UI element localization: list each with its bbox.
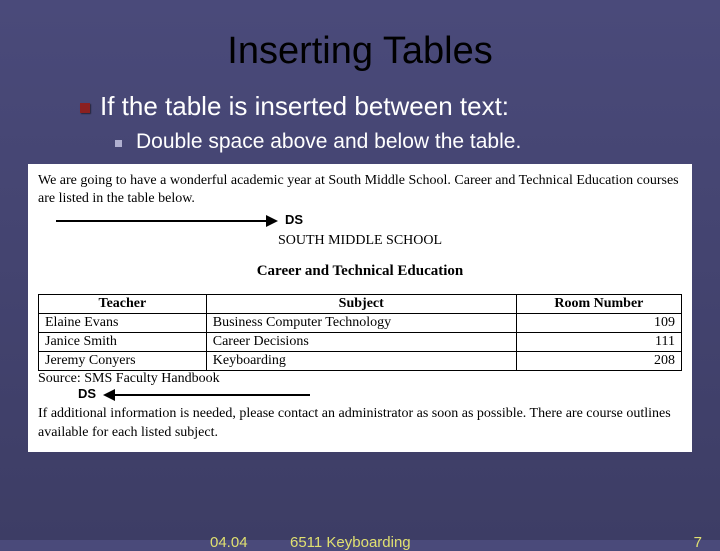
- th-subject: Subject: [206, 295, 516, 314]
- footer-course: 6511 Keyboarding: [290, 534, 411, 551]
- slide-title: Inserting Tables: [0, 0, 720, 91]
- arrow-line-icon: [56, 220, 266, 222]
- bullet-main: If the table is inserted between text:: [0, 91, 720, 122]
- course-table: Teacher Subject Room Number Elaine Evans…: [38, 294, 682, 371]
- ds-arrow-top: DS: [38, 212, 682, 232]
- bullet-main-text: If the table is inserted between text:: [100, 91, 509, 122]
- bullet-icon: [80, 103, 90, 113]
- table-row: Janice Smith Career Decisions 111: [39, 333, 682, 352]
- bullet-sub-text: Double space above and below the table.: [136, 130, 521, 154]
- school-name: SOUTH MIDDLE SCHOOL: [38, 233, 682, 249]
- table-row: Jeremy Conyers Keyboarding 208: [39, 352, 682, 371]
- cell-room: 109: [516, 314, 681, 333]
- table-header-row: Teacher Subject Room Number: [39, 295, 682, 314]
- cell-teacher: Elaine Evans: [39, 314, 207, 333]
- cell-teacher: Janice Smith: [39, 333, 207, 352]
- sub-bullet-icon: [115, 140, 122, 147]
- source-line: Source: SMS Faculty Handbook: [38, 371, 682, 387]
- doc-intro: We are going to have a wonderful academi…: [38, 172, 682, 208]
- th-teacher: Teacher: [39, 295, 207, 314]
- arrow-left-icon: [103, 389, 115, 401]
- table-row: Elaine Evans Business Computer Technolog…: [39, 314, 682, 333]
- cell-subject: Keyboarding: [206, 352, 516, 371]
- footer-code: 04.04: [210, 534, 248, 551]
- doc-outro: If additional information is needed, ple…: [38, 405, 682, 441]
- cell-subject: Career Decisions: [206, 333, 516, 352]
- cell-room: 111: [516, 333, 681, 352]
- ds-label-bottom: DS: [78, 386, 96, 401]
- ds-label-top: DS: [285, 212, 303, 227]
- ds-arrow-bottom: DS: [38, 387, 682, 405]
- bullet-sub: Double space above and below the table.: [0, 130, 720, 154]
- cell-teacher: Jeremy Conyers: [39, 352, 207, 371]
- cte-heading: Career and Technical Education: [38, 263, 682, 280]
- cell-room: 208: [516, 352, 681, 371]
- th-room: Room Number: [516, 295, 681, 314]
- arrow-line-icon: [115, 394, 310, 396]
- arrow-right-icon: [266, 215, 278, 227]
- document-example: We are going to have a wonderful academi…: [28, 164, 692, 452]
- cell-subject: Business Computer Technology: [206, 314, 516, 333]
- footer-page: 7: [694, 534, 702, 551]
